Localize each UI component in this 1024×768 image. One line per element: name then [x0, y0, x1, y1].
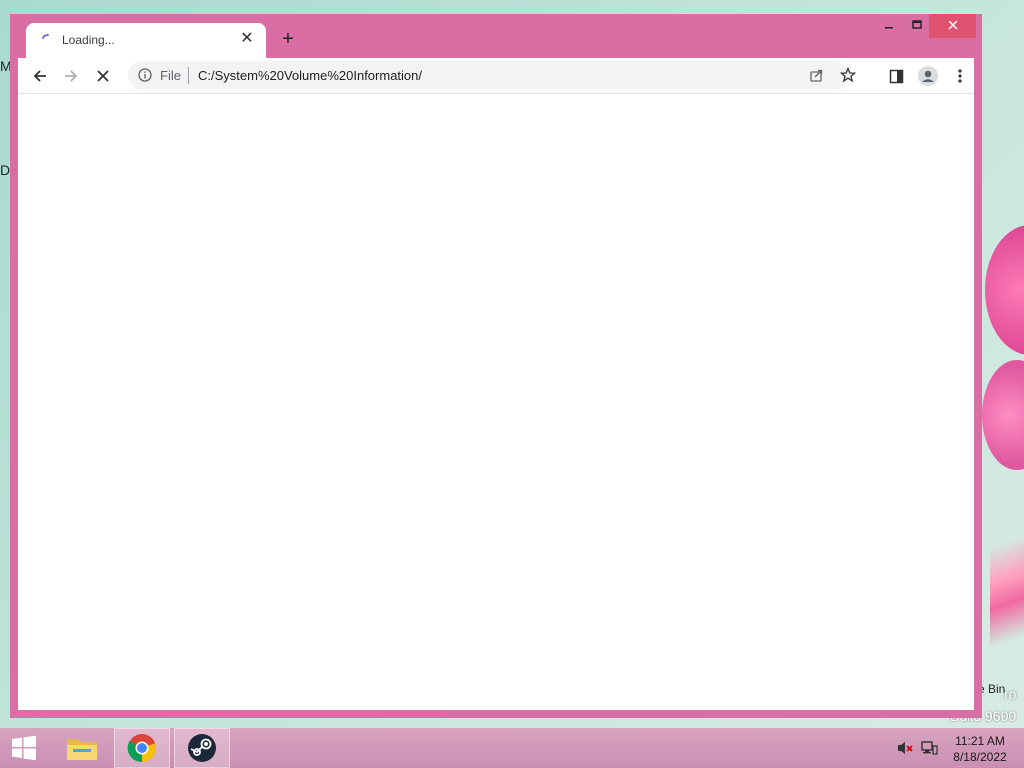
- stop-icon: [97, 70, 109, 82]
- volume-muted-button[interactable]: [894, 728, 916, 768]
- wallpaper-flower-petal: [982, 360, 1024, 470]
- url-text[interactable]: C:/System%20Volume%20Information/: [198, 68, 422, 83]
- steam-icon: [188, 734, 216, 762]
- wallpaper-flower-stem: [990, 470, 1024, 710]
- minimize-button[interactable]: [874, 14, 904, 38]
- profile-avatar-icon: [918, 66, 938, 86]
- forward-arrow-icon: [65, 70, 78, 82]
- stop-loading-button[interactable]: [91, 64, 115, 88]
- profile-button[interactable]: [916, 64, 940, 88]
- minimize-icon: [885, 27, 893, 29]
- share-icon: [809, 69, 822, 82]
- url-scheme-label: File: [160, 68, 181, 83]
- clock-time: 11:21 AM: [955, 734, 1005, 748]
- new-tab-button[interactable]: +: [278, 29, 298, 49]
- menu-button[interactable]: [948, 64, 972, 88]
- share-button[interactable]: [804, 63, 828, 87]
- wallpaper-flower-petal: [985, 225, 1024, 355]
- desktop-label-fragment: e Bin: [978, 682, 1006, 696]
- star-icon: [840, 67, 856, 83]
- desktop-label-fragment: D: [0, 162, 11, 178]
- browser-content: File C:/System%20Volume%20Information/: [18, 58, 974, 710]
- kebab-menu-icon: [958, 69, 962, 83]
- steam-taskbar-button[interactable]: [174, 728, 230, 768]
- clock-date: 8/18/2022: [953, 750, 1007, 764]
- address-separator: [188, 67, 189, 84]
- taskbar: 11:21 AM 8/18/2022: [0, 728, 1024, 768]
- network-icon: [921, 741, 938, 755]
- back-arrow-icon: [33, 70, 46, 82]
- browser-window: Loading... ✕ + File C:/System%20Volume%2…: [10, 14, 982, 718]
- browser-tab[interactable]: Loading... ✕: [26, 23, 266, 58]
- tab-close-icon[interactable]: ✕: [238, 30, 256, 48]
- side-panel-icon: [889, 69, 903, 83]
- bookmark-button[interactable]: [836, 63, 860, 87]
- forward-button[interactable]: [59, 64, 83, 88]
- address-bar[interactable]: File C:/System%20Volume%20Information/: [128, 61, 856, 90]
- back-button[interactable]: [28, 64, 52, 88]
- speaker-muted-icon: [898, 742, 913, 754]
- folder-icon: [67, 739, 97, 760]
- chrome-taskbar-button[interactable]: [114, 728, 170, 768]
- info-icon[interactable]: [138, 68, 152, 82]
- close-icon: [947, 20, 958, 30]
- system-clock[interactable]: 11:21 AM 8/18/2022: [944, 733, 1016, 765]
- title-bar[interactable]: Loading... ✕ +: [10, 14, 982, 58]
- side-panel-button[interactable]: [884, 64, 908, 88]
- close-window-button[interactable]: [929, 14, 976, 38]
- watermark-fragment: ro: [1004, 686, 1017, 702]
- file-explorer-taskbar-button[interactable]: [54, 728, 110, 768]
- windows-logo-icon: [12, 735, 36, 761]
- start-button[interactable]: [0, 728, 48, 768]
- chrome-icon: [127, 734, 156, 763]
- browser-toolbar: File C:/System%20Volume%20Information/: [18, 58, 974, 94]
- page-viewport[interactable]: [18, 94, 974, 710]
- network-button[interactable]: [918, 728, 940, 768]
- loading-spinner-icon: [42, 34, 49, 39]
- tab-title: Loading...: [62, 33, 115, 47]
- maximize-icon: [912, 20, 922, 29]
- maximize-button[interactable]: [902, 14, 932, 38]
